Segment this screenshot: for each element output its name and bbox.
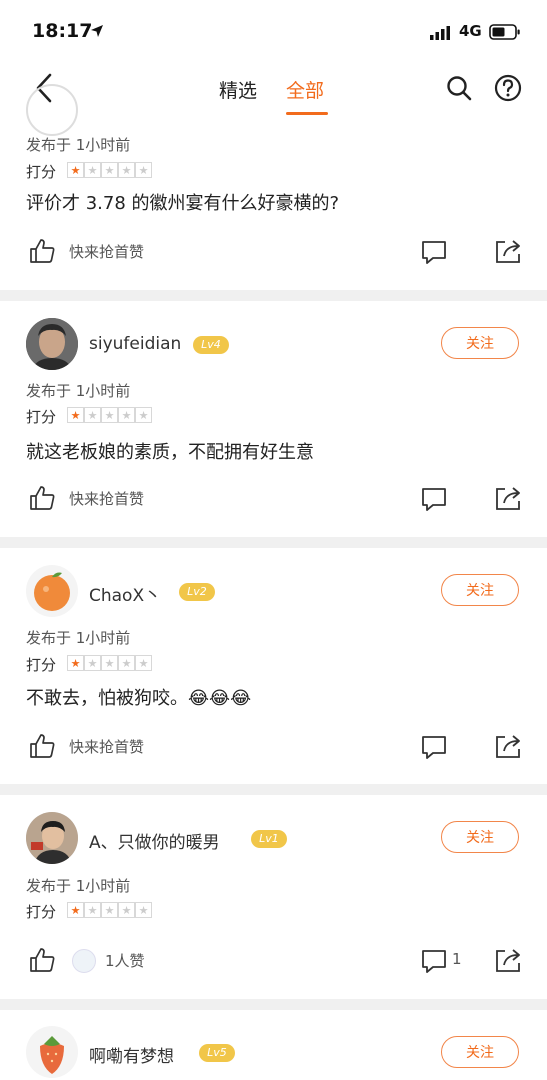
thumbs-up-icon[interactable] [28,946,56,974]
score-label: 打分 [26,163,57,181]
avatar[interactable] [26,318,78,370]
thumbs-up-icon[interactable] [28,237,56,265]
share-icon[interactable] [494,484,522,512]
follow-button[interactable]: 关注 [441,821,519,853]
star-icon: ★ [101,902,118,918]
divider [0,537,547,548]
level-badge: Lv1 [251,830,287,848]
star-icon: ★ [118,407,135,423]
comment-icon[interactable] [420,948,448,974]
avatar[interactable] [26,84,78,136]
star-icon: ★ [84,655,101,671]
star-rating: ★ ★ ★ ★ ★ [67,162,152,178]
star-icon: ★ [67,162,84,178]
review-card: 啊嘞有梦想 Lv5 关注 [0,1010,547,1080]
review-card: siyufeidian Lv4 关注 发布于 1小时前 打分 ★ ★ ★ ★ ★… [0,301,547,537]
star-icon: ★ [118,162,135,178]
star-icon: ★ [118,655,135,671]
review-card: 发布于 1小时前 打分 ★ ★ ★ ★ ★ 评价才 3.78 的徽州宴有什么好豪… [0,84,547,290]
strawberry-icon [40,1036,64,1074]
like-prompt[interactable]: 快来抢首赞 [69,736,144,757]
username[interactable]: 啊嘞有梦想 [89,1042,174,1067]
star-icon: ★ [135,655,152,671]
star-icon: ★ [101,162,118,178]
review-text: 评价才 3.78 的徽州宴有什么好豪横的? [26,193,340,214]
star-rating: ★ ★ ★ ★ ★ [67,902,152,918]
location-arrow-icon [91,25,103,37]
like-prompt[interactable]: 快来抢首赞 [69,241,144,262]
user-photo-icon [26,812,78,864]
liker-avatar[interactable] [72,949,96,973]
help-icon[interactable] [494,74,522,102]
star-icon: ★ [135,407,152,423]
review-card: ChaoX丶 Lv2 关注 发布于 1小时前 打分 ★ ★ ★ ★ ★ 不敢去，… [0,548,547,784]
post-time: 发布于 1小时前 [26,136,131,154]
username[interactable]: ChaoX丶 [89,581,161,606]
review-card: A、只做你的暖男 Lv1 关注 发布于 1小时前 打分 ★ ★ ★ ★ ★ 1人… [0,795,547,999]
thumbs-up-icon[interactable] [28,732,56,760]
username[interactable]: A、只做你的暖男 [89,828,220,853]
comment-icon[interactable] [420,486,448,512]
follow-button[interactable]: 关注 [441,1036,519,1068]
tab-all[interactable]: 全部 [286,76,324,103]
status-bar: 18:17 4G [0,0,547,62]
battery-icon [489,24,520,40]
review-text: 就这老板娘的素质，不配拥有好生意 [26,442,314,463]
divider [0,784,547,795]
star-rating: ★ ★ ★ ★ ★ [67,655,152,671]
star-icon: ★ [84,407,101,423]
orange-fruit-icon [34,572,70,611]
star-icon: ★ [101,655,118,671]
tab-indicator [286,112,328,115]
level-badge: Lv5 [199,1044,235,1062]
comment-count[interactable]: 1 [452,950,462,968]
star-icon: ★ [118,902,135,918]
comment-icon[interactable] [420,239,448,265]
level-badge: Lv2 [179,583,215,601]
username[interactable]: siyufeidian [89,334,181,354]
score-label: 打分 [26,903,57,921]
post-time: 发布于 1小时前 [26,629,131,647]
post-time: 发布于 1小时前 [26,877,131,895]
tab-featured[interactable]: 精选 [219,76,257,103]
avatar[interactable] [26,565,78,617]
divider [0,290,547,301]
thumbs-up-icon[interactable] [28,484,56,512]
star-icon: ★ [135,162,152,178]
follow-button[interactable]: 关注 [441,574,519,606]
star-icon: ★ [67,902,84,918]
like-prompt[interactable]: 快来抢首赞 [69,488,144,509]
avatar[interactable] [26,812,78,864]
star-icon: ★ [101,407,118,423]
post-time: 发布于 1小时前 [26,382,131,400]
comment-icon[interactable] [420,734,448,760]
score-label: 打分 [26,656,57,674]
signal-icon [430,26,450,40]
star-icon: ★ [135,902,152,918]
star-icon: ★ [84,162,101,178]
star-icon: ★ [67,655,84,671]
share-icon[interactable] [494,732,522,760]
search-icon[interactable] [446,75,472,101]
network-type: 4G [459,22,482,40]
star-icon: ★ [84,902,101,918]
level-badge: Lv4 [193,336,229,354]
review-text: 不敢去，怕被狗咬。😂😂😂 [26,688,252,709]
share-icon[interactable] [494,946,522,974]
divider [0,999,547,1010]
like-count[interactable]: 1人赞 [105,950,145,971]
share-icon[interactable] [494,237,522,265]
star-rating: ★ ★ ★ ★ ★ [67,407,152,423]
score-label: 打分 [26,408,57,426]
avatar[interactable] [26,1026,78,1078]
follow-button[interactable]: 关注 [441,327,519,359]
star-icon: ★ [67,407,84,423]
user-photo-icon [26,318,78,370]
status-time: 18:17 [32,20,93,42]
nav-bar: 精选 全部 [0,62,547,122]
